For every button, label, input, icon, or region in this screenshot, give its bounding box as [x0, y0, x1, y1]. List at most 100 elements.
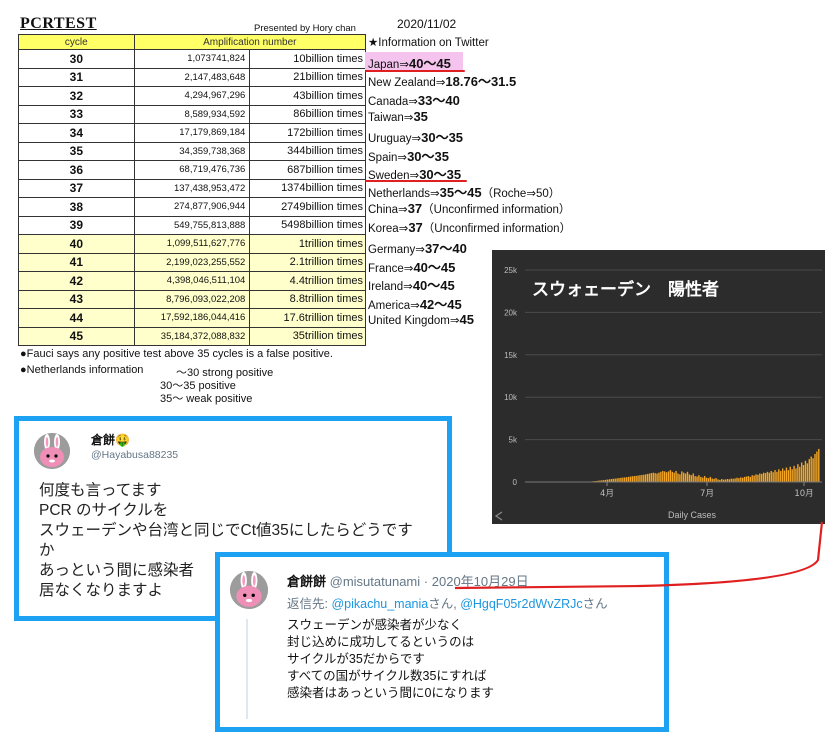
- cycle-cell: 39: [18, 215, 135, 235]
- date-label: 2020/11/02: [397, 17, 457, 31]
- tweet-author-name[interactable]: 倉餅🤑: [91, 431, 130, 448]
- presented-by: Presented by Hory chan: [254, 23, 356, 34]
- chart-bar: [667, 471, 670, 482]
- ct-value: 30～35: [407, 149, 449, 164]
- chart-bar: [669, 470, 672, 482]
- y-tick-label: 15k: [504, 351, 518, 360]
- amplification-cell: 34,359,738,368: [133, 141, 251, 161]
- times-cell: 17.6trillion times: [249, 308, 366, 328]
- tweet-date[interactable]: 2020年10月29日: [432, 574, 529, 589]
- amplification-cell: 8,796,093,022,208: [133, 289, 251, 309]
- chart-bar: [741, 477, 744, 482]
- chart-bar: [751, 475, 753, 482]
- chart-bar: [816, 451, 818, 482]
- reply-link-pikachu[interactable]: @pikachu_mania: [331, 597, 428, 611]
- country-name: France⇒: [368, 263, 414, 275]
- amplification-cell: 35,184,372,088,832: [133, 326, 251, 346]
- country-item: Korea⇒37（Unconfirmed information）: [368, 220, 571, 236]
- chart-bar: [747, 476, 750, 482]
- chart-bar: [658, 472, 660, 482]
- chart-bar: [812, 458, 814, 482]
- tweet-line: スウェーデンが感染者が少なく: [287, 618, 463, 632]
- times-cell: 172billion times: [249, 123, 366, 143]
- amplification-cell: 8,589,934,592: [133, 104, 251, 124]
- times-cell: 35trillion times: [249, 326, 366, 346]
- chart-bar: [681, 471, 683, 482]
- chart-bar: [793, 465, 795, 482]
- chart-bar: [766, 471, 769, 482]
- reply-san: さん,: [428, 597, 461, 611]
- chart-bar: [629, 476, 632, 482]
- avatar[interactable]: [230, 571, 268, 609]
- chart-bar: [652, 472, 654, 482]
- chart-bar: [789, 466, 791, 482]
- chart-bar: [637, 475, 639, 482]
- ct-value: 30～35: [421, 130, 464, 145]
- y-tick-label: 10k: [504, 393, 518, 402]
- ct-value: 42～45: [419, 297, 462, 312]
- country-item: Canada⇒33～40: [368, 90, 460, 109]
- chart-bar: [762, 472, 765, 482]
- chart-bar: [639, 475, 641, 482]
- country-item: Netherlands⇒35～45（Roche⇒50）: [368, 182, 560, 201]
- cycle-cell: 43: [18, 289, 135, 309]
- chart-bar: [660, 471, 662, 482]
- chart-bar: [662, 470, 664, 482]
- chart-bar: [772, 472, 774, 482]
- country-name: Taiwan⇒: [368, 112, 414, 124]
- chart-bar: [656, 473, 658, 482]
- x-axis-label: Daily Cases: [668, 510, 717, 520]
- cycle-cell: 40: [18, 234, 135, 254]
- country-item: United Kingdom⇒45: [368, 312, 474, 327]
- sweden-daily-cases-chart: 0 5k 10k 15k 20k 25k スウォェーデン 陽性者 4月 7月 10月 Daily C…: [492, 250, 825, 524]
- tweet-line: すべての国がサイクル数35にすれば: [287, 669, 487, 683]
- chart-bar: [715, 478, 717, 482]
- chart-bar: [757, 474, 759, 482]
- chart-bar: [791, 469, 793, 482]
- cycle-cell: 37: [18, 178, 135, 198]
- country-name: China⇒: [368, 204, 408, 216]
- times-cell: 687billion times: [249, 160, 366, 180]
- chart-bar: [631, 476, 634, 482]
- table-row: 39 549,755,813,888 5498billion times: [18, 215, 366, 235]
- chart-bar: [692, 473, 694, 482]
- tweet-author-name[interactable]: 倉餅餅: [287, 574, 326, 589]
- ct-value: 37: [407, 201, 423, 216]
- country-name: Ireland⇒: [368, 281, 413, 293]
- chart-bar: [698, 475, 700, 482]
- ct-value: 37～40: [424, 241, 467, 256]
- chart-bar: [703, 476, 706, 482]
- tweet-author-handle[interactable]: @Hayabusa88235: [91, 449, 178, 461]
- ct-value: 35～45: [439, 185, 482, 200]
- chart-bar: [644, 474, 647, 482]
- times-cell: 8.8trillion times: [249, 289, 366, 309]
- chart-svg: 0 5k 10k 15k 20k 25k スウォェーデン 陽性者 4月 7月 10月 Daily C…: [494, 266, 822, 521]
- table-row: 43 8,796,093,022,208 8.8trillion times: [18, 289, 366, 309]
- chart-bar: [806, 463, 809, 482]
- tweet-card-misutatunami: 倉餅餅 @misutatunami · 2020年10月29日 返信先: @pi…: [215, 552, 669, 732]
- chart-bar: [785, 467, 788, 482]
- chart-bar: [648, 473, 651, 482]
- chart-bar: [650, 473, 653, 482]
- chart-bar: [616, 478, 618, 482]
- chart-bar: [730, 478, 732, 482]
- cycle-cell: 44: [18, 308, 135, 328]
- amplification-cell: 4,294,967,296: [133, 86, 251, 106]
- tweet-author-handle[interactable]: @misutatunami: [330, 574, 421, 589]
- tweet-author-row: 倉餅餅 @misutatunami · 2020年10月29日: [287, 571, 529, 590]
- avatar[interactable]: [34, 433, 70, 469]
- chart-bar: [780, 470, 782, 482]
- separator-dot: ·: [423, 574, 429, 589]
- amplification-cell: 4,398,046,511,104: [133, 271, 251, 291]
- chart-bar: [624, 477, 626, 482]
- times-cell: 10billion times: [249, 49, 366, 69]
- netherlands-note-heading: ●Netherlands information: [20, 364, 144, 376]
- times-cell: 2749billion times: [249, 197, 366, 217]
- thread-line: [246, 619, 248, 719]
- ct-value: 40～45: [408, 56, 451, 71]
- chart-bar: [620, 477, 622, 482]
- header-amplification: Amplification number: [133, 34, 367, 50]
- chart-bar: [654, 473, 656, 482]
- reply-link-hgq[interactable]: @HgqF05r2dWvZRJc: [460, 597, 582, 611]
- chart-bar: [810, 456, 812, 482]
